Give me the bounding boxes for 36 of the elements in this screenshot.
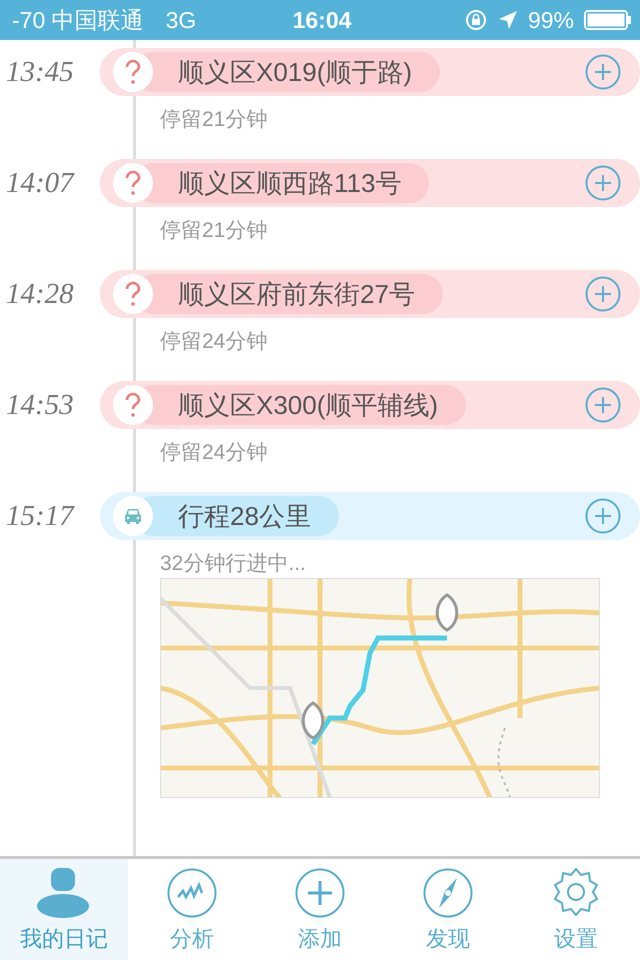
car-icon	[113, 496, 153, 536]
entry-time: 15:17	[5, 500, 76, 532]
entry-detail: 停留24分钟	[159, 440, 268, 466]
question-icon	[113, 163, 153, 203]
add-icon[interactable]	[585, 276, 621, 312]
question-icon	[113, 385, 153, 425]
tab-item[interactable]: 我的日记	[0, 859, 128, 960]
battery-icon	[584, 10, 632, 30]
entry-detail: 32分钟行进中...	[159, 551, 307, 577]
compass-icon	[423, 868, 473, 918]
network-type: 3G	[166, 6, 196, 34]
entry-detail: 停留21分钟	[159, 107, 268, 133]
location-arrow-icon	[498, 10, 518, 30]
question-icon	[113, 274, 153, 314]
add-icon[interactable]	[585, 165, 621, 201]
entry-time: 13:45	[5, 56, 75, 88]
battery-percent: 99%	[528, 6, 574, 34]
add-icon[interactable]	[585, 498, 621, 534]
rotation-lock-icon	[464, 8, 488, 32]
add-icon[interactable]	[585, 387, 621, 423]
entry-detail: 停留21分钟	[159, 218, 268, 244]
add-icon[interactable]	[585, 54, 621, 90]
entry-time: 14:53	[5, 388, 75, 422]
clock-time: 16:04	[292, 6, 352, 34]
entry-time: 14:07	[5, 166, 76, 200]
entry-card[interactable]: 顺义区顺西路113号	[100, 159, 640, 207]
add-icon	[295, 868, 345, 918]
carrier-name: -70 中国联通	[12, 6, 144, 34]
entry-card[interactable]: 行程28公里	[100, 492, 640, 540]
entry-card[interactable]: 顺义区X019(顺于路)	[100, 48, 640, 96]
entry-time: 14:28	[5, 278, 75, 310]
entry-card[interactable]: 顺义区X300(顺平辅线)	[100, 381, 640, 429]
entry-detail: 停留24分钟	[159, 329, 268, 355]
question-icon	[113, 52, 153, 92]
entry-card[interactable]: 顺义区府前东街27号	[100, 270, 640, 318]
pulse-icon	[167, 868, 217, 918]
